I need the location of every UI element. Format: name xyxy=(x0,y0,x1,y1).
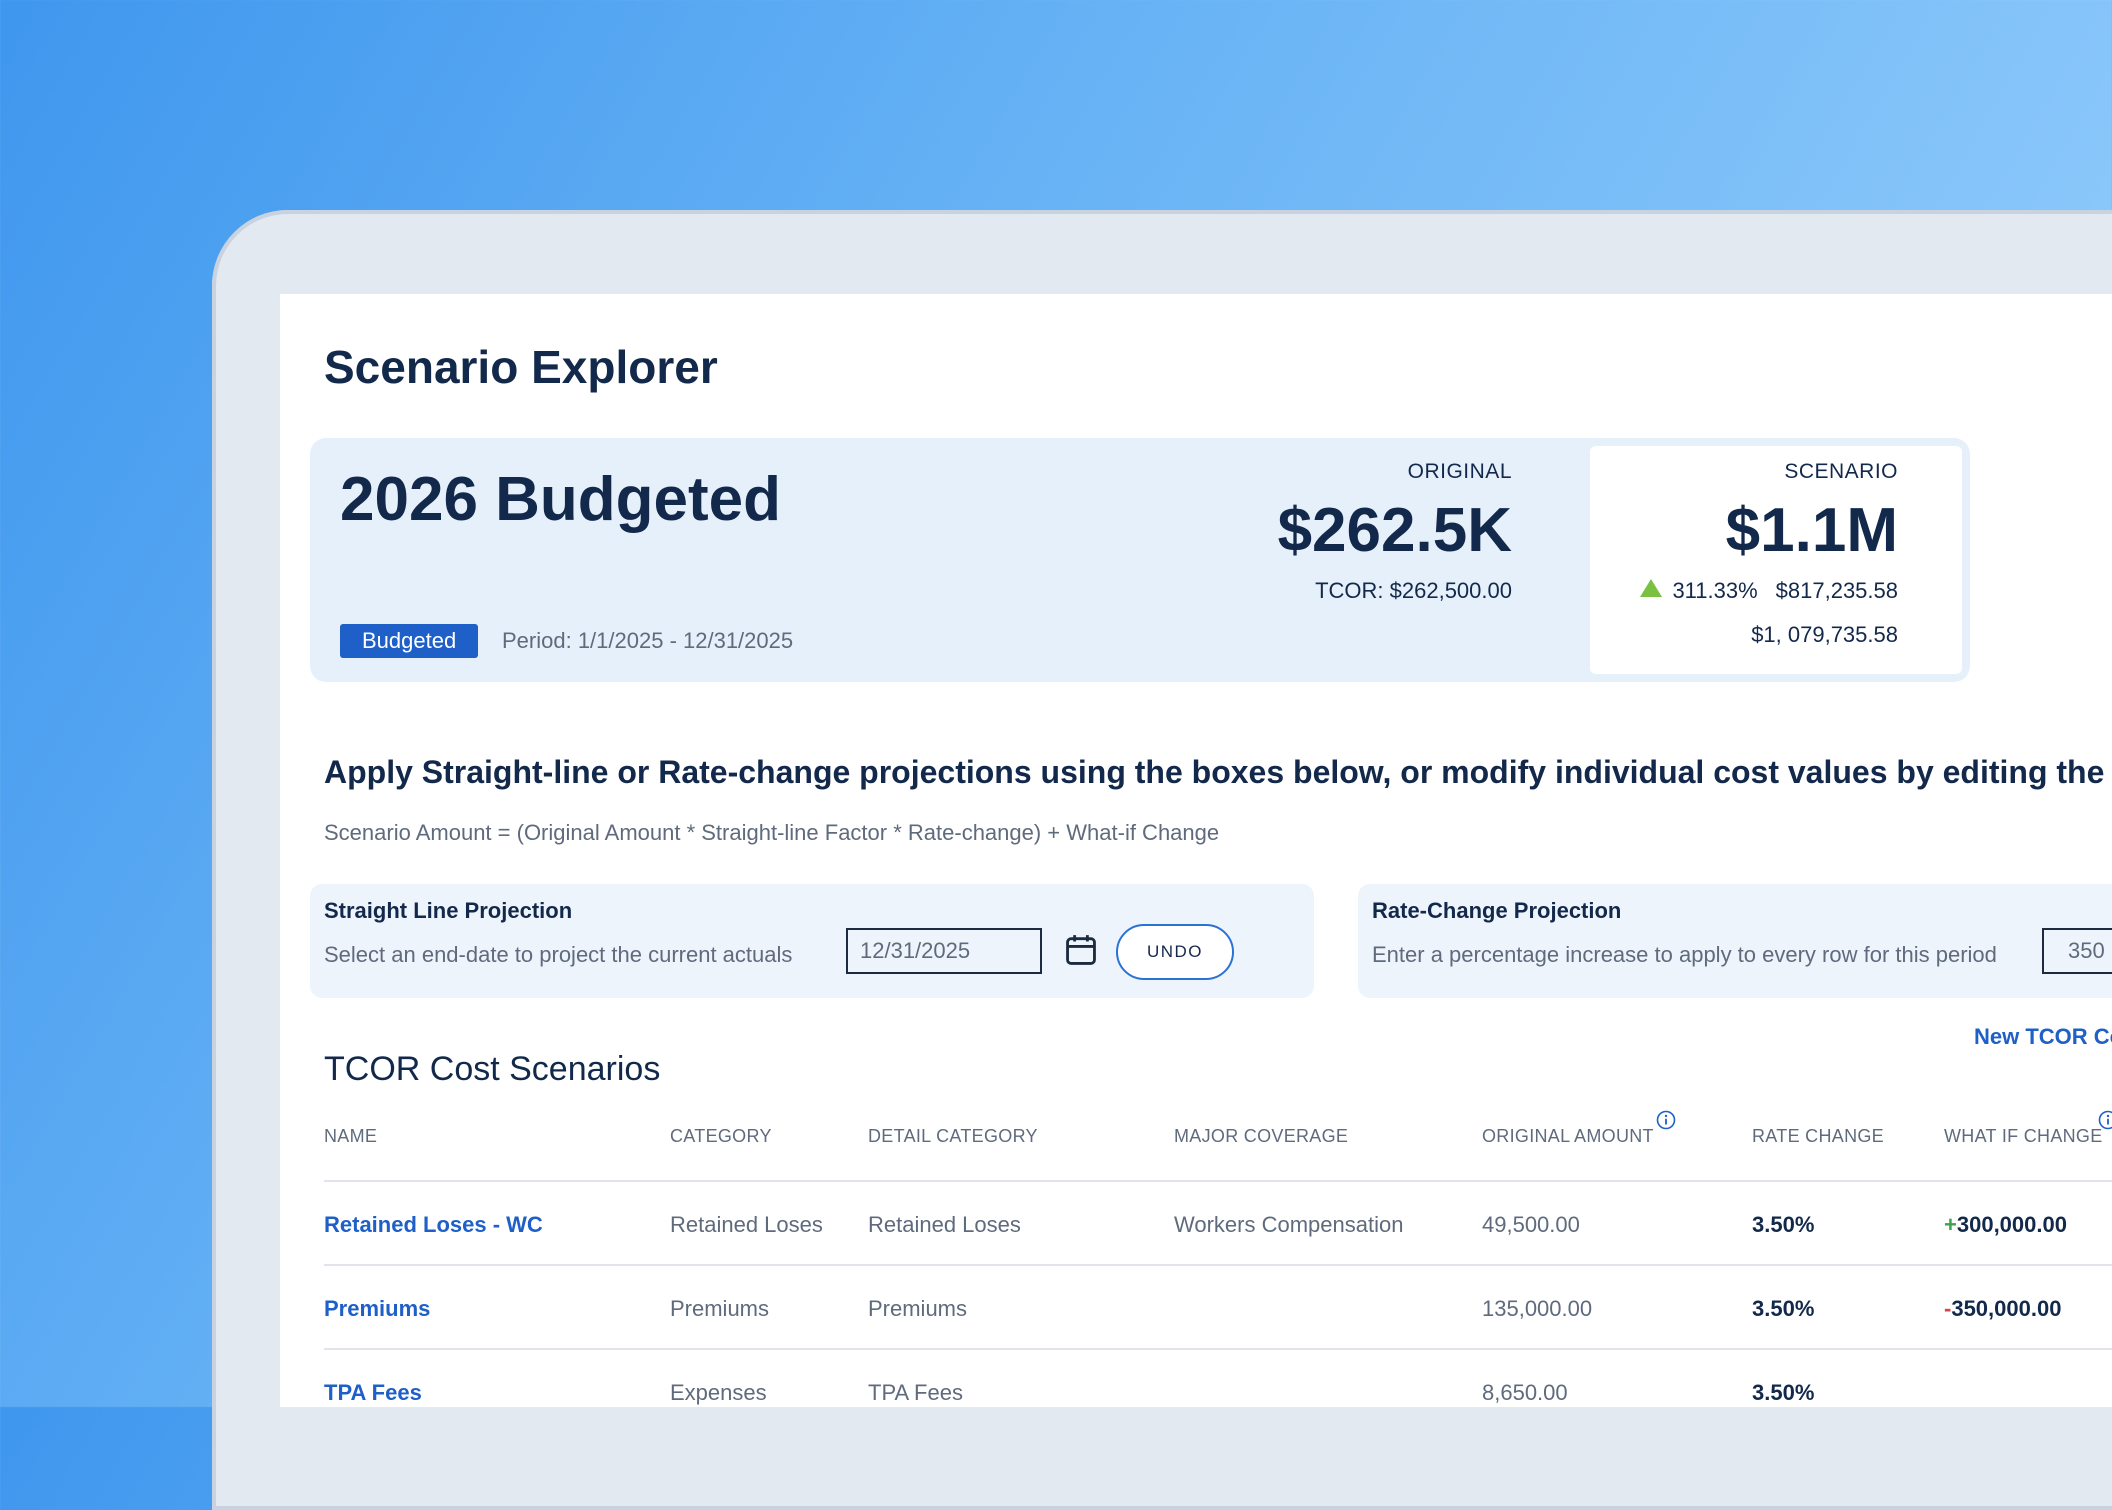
what-if-value: 350,000.00 xyxy=(1951,1296,2061,1321)
change-percent: 311.33% xyxy=(1672,578,1757,603)
row-original-amount: 49,500.00 xyxy=(1482,1212,1580,1238)
row-detail-category: Retained Loses xyxy=(868,1212,1021,1238)
period-text: Period: 1/1/2025 - 12/31/2025 xyxy=(502,628,793,654)
original-tcor: TCOR: $262,500.00 xyxy=(1278,578,1512,604)
original-amount: $262.5K xyxy=(1278,498,1512,564)
rate-change-title: Rate-Change Projection xyxy=(1372,898,1621,924)
row-major-coverage: Workers Compensation xyxy=(1174,1212,1403,1238)
row-name-link[interactable]: Premiums xyxy=(324,1296,430,1322)
column-header-original-amount[interactable]: ORIGINAL AMOUNT xyxy=(1482,1126,1654,1147)
row-what-if-change[interactable]: +300,000.00 xyxy=(1944,1212,2067,1238)
table-title: TCOR Cost Scenarios xyxy=(324,1050,660,1089)
row-category: Expenses xyxy=(670,1380,767,1406)
rate-change-projection-card: Rate-Change Projection Enter a percentag… xyxy=(1358,884,2112,998)
column-header-name[interactable]: NAME xyxy=(324,1126,377,1147)
instructions-heading: Apply Straight-line or Rate-change proje… xyxy=(324,754,2104,791)
page-title: Scenario Explorer xyxy=(324,340,718,394)
what-if-value: 300,000.00 xyxy=(1957,1212,2067,1237)
straight-line-description: Select an end-date to project the curren… xyxy=(324,942,792,968)
row-category: Retained Loses xyxy=(670,1212,823,1238)
calendar-icon[interactable] xyxy=(1064,932,1098,968)
new-tcor-cost-link[interactable]: New TCOR Co xyxy=(1974,1024,2112,1050)
rate-change-description: Enter a percentage increase to apply to … xyxy=(1372,942,1997,968)
straight-line-projection-card: Straight Line Projection Select an end-d… xyxy=(310,884,1314,998)
end-date-input[interactable] xyxy=(846,928,1042,974)
table-divider xyxy=(324,1348,2112,1350)
status-badge: Budgeted xyxy=(340,624,478,658)
straight-line-title: Straight Line Projection xyxy=(324,898,572,924)
scenario-label: SCENARIO xyxy=(1640,460,1898,484)
original-summary: ORIGINAL $262.5K TCOR: $262,500.00 xyxy=(1278,460,1512,604)
row-category: Premiums xyxy=(670,1296,769,1322)
row-rate-change[interactable]: 3.50% xyxy=(1752,1380,1814,1406)
info-icon[interactable] xyxy=(1656,1110,1676,1130)
change-amount: $817,235.58 xyxy=(1776,578,1898,603)
column-header-rate-change[interactable]: RATE CHANGE xyxy=(1752,1126,1884,1147)
row-name-link[interactable]: TPA Fees xyxy=(324,1380,422,1406)
row-what-if-change[interactable]: -350,000.00 xyxy=(1944,1296,2061,1322)
column-header-major-coverage[interactable]: MAJOR COVERAGE xyxy=(1174,1126,1348,1147)
row-rate-change[interactable]: 3.50% xyxy=(1752,1212,1814,1238)
scenario-name: 2026 Budgeted xyxy=(340,464,781,535)
scenario-summary-card: 2026 Budgeted Budgeted Period: 1/1/2025 … xyxy=(310,438,1970,682)
row-detail-category: Premiums xyxy=(868,1296,967,1322)
column-header-detail-category[interactable]: DETAIL CATEGORY xyxy=(868,1126,1038,1147)
what-if-sign: + xyxy=(1944,1212,1957,1237)
scenario-change: 311.33% $817,235.58 xyxy=(1640,578,1898,604)
row-original-amount: 135,000.00 xyxy=(1482,1296,1592,1322)
column-header-what-if-change[interactable]: WHAT IF CHANGE xyxy=(1944,1126,2103,1147)
scenario-amount: $1.1M xyxy=(1640,498,1898,564)
scenario-summary: SCENARIO $1.1M 311.33% $817,235.58 $1, 07… xyxy=(1590,446,1962,674)
row-name-link[interactable]: Retained Loses - WC xyxy=(324,1212,543,1238)
table-divider xyxy=(324,1264,2112,1266)
rate-change-input[interactable] xyxy=(2042,928,2112,974)
table-divider xyxy=(324,1180,2112,1182)
up-triangle-icon xyxy=(1640,579,1662,597)
info-icon[interactable] xyxy=(2098,1110,2112,1130)
undo-button[interactable]: UNDO xyxy=(1116,924,1234,980)
row-detail-category: TPA Fees xyxy=(868,1380,963,1406)
app-screen: Scenario Explorer 2026 Budgeted Budgeted… xyxy=(280,294,2112,1407)
row-rate-change[interactable]: 3.50% xyxy=(1752,1296,1814,1322)
formula-text: Scenario Amount = (Original Amount * Str… xyxy=(324,820,1219,846)
row-original-amount: 8,650.00 xyxy=(1482,1380,1568,1406)
column-header-category[interactable]: CATEGORY xyxy=(670,1126,772,1147)
original-label: ORIGINAL xyxy=(1278,460,1512,484)
scenario-total: $1, 079,735.58 xyxy=(1640,622,1898,648)
